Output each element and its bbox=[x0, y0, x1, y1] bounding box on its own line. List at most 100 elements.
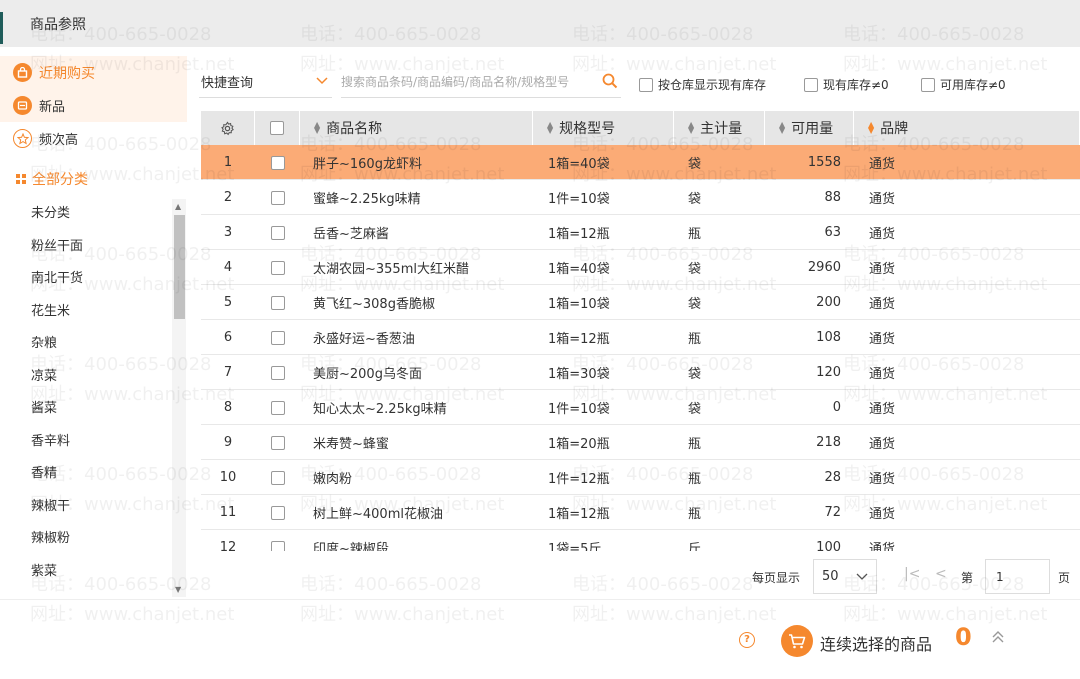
filter-stock-nonzero[interactable]: 现有库存≠0 bbox=[804, 76, 889, 93]
continuous-selection-label: 连续选择的商品 bbox=[820, 635, 933, 654]
filter-available-nonzero[interactable]: 可用库存≠0 bbox=[921, 76, 1006, 93]
search-box bbox=[341, 66, 621, 98]
sort-icon: ▲ ▼ bbox=[547, 120, 554, 135]
row-number: 1 bbox=[223, 155, 233, 170]
column-header-unit[interactable]: ▲ ▼ 主计量 bbox=[674, 111, 765, 145]
row-number: 3 bbox=[223, 225, 233, 240]
row-checkbox-cell bbox=[255, 285, 300, 320]
row-checkbox-cell bbox=[255, 390, 300, 425]
category-item[interactable]: 粉丝干面 bbox=[0, 231, 172, 264]
product-available-qty: 63 bbox=[824, 225, 841, 240]
cart-button[interactable] bbox=[781, 625, 813, 657]
table-row[interactable]: 3 岳香~芝麻酱 1箱=12瓶 瓶 63 通货 bbox=[201, 215, 1080, 250]
category-item[interactable]: 花生米 bbox=[0, 296, 172, 329]
category-item[interactable]: 酱菜 bbox=[0, 393, 172, 426]
column-settings-button[interactable] bbox=[201, 111, 255, 145]
table-row[interactable]: 11 树上鲜~400ml花椒油 1箱=12瓶 瓶 72 通货 bbox=[201, 495, 1080, 530]
product-available-qty: 120 bbox=[816, 365, 841, 380]
filter-checkbox[interactable] bbox=[921, 77, 935, 92]
product-unit: 袋 bbox=[688, 297, 702, 312]
category-item[interactable]: 未分类 bbox=[0, 198, 172, 231]
column-label: 规格型号 bbox=[559, 121, 616, 137]
product-unit: 袋 bbox=[688, 157, 702, 172]
filter-label: 按仓库显示现有库存 bbox=[658, 78, 767, 92]
filter-checkbox[interactable] bbox=[804, 77, 818, 92]
category-scrollbar-thumb[interactable] bbox=[174, 215, 185, 319]
filter-checkbox[interactable] bbox=[639, 77, 653, 92]
all-categories-header[interactable]: 全部分类 bbox=[16, 169, 88, 189]
category-item[interactable]: 辣椒干 bbox=[0, 491, 172, 524]
search-icon[interactable] bbox=[601, 72, 619, 90]
row-checkbox-cell bbox=[255, 495, 300, 530]
scroll-down-icon[interactable]: ▼ bbox=[175, 585, 181, 594]
product-name: 知心太太~2.25kg味精 bbox=[313, 402, 447, 417]
table-row[interactable]: 4 太湖农园~355ml大红米醋 1箱=40袋 袋 2960 通货 bbox=[201, 250, 1080, 285]
product-available-qty: 200 bbox=[816, 295, 841, 310]
table-row[interactable]: 12 印度~辣椒段 1袋=5斤 斤 100 通货 bbox=[201, 530, 1080, 551]
grid-icon bbox=[16, 174, 26, 184]
category-item[interactable]: 紫菜 bbox=[0, 556, 172, 589]
row-checkbox[interactable] bbox=[270, 155, 285, 170]
search-input[interactable] bbox=[341, 74, 596, 89]
quick-query-select[interactable]: 快捷查询 bbox=[199, 66, 332, 98]
row-number: 7 bbox=[223, 365, 233, 380]
category-item[interactable]: 辣椒粉 bbox=[0, 523, 172, 556]
column-header-qty[interactable]: ▲ ▼ 可用量 bbox=[765, 111, 854, 145]
column-header-brand[interactable]: ▲ ▼ 品牌 bbox=[854, 111, 1080, 145]
page-number-input[interactable]: 1 bbox=[985, 559, 1050, 594]
row-checkbox[interactable] bbox=[270, 365, 285, 380]
chevron-down-icon bbox=[856, 573, 868, 580]
row-number: 9 bbox=[223, 435, 233, 450]
filter-by-warehouse[interactable]: 按仓库显示现有库存 bbox=[639, 76, 766, 93]
table-row[interactable]: 9 米寿赞~蜂蜜 1箱=20瓶 瓶 218 通货 bbox=[201, 425, 1080, 460]
product-name: 嫩肉粉 bbox=[313, 472, 353, 487]
category-item[interactable]: 香精 bbox=[0, 458, 172, 491]
category-item[interactable]: 香辛料 bbox=[0, 426, 172, 459]
row-checkbox[interactable] bbox=[270, 400, 285, 415]
sidebar-item-recent[interactable]: 近期购买 bbox=[0, 56, 187, 89]
category-item[interactable]: 杂粮 bbox=[0, 328, 172, 361]
page-suffix: 页 bbox=[1058, 571, 1071, 585]
category-item[interactable]: 凉菜 bbox=[0, 361, 172, 394]
row-checkbox[interactable] bbox=[270, 435, 285, 450]
help-icon[interactable]: ? bbox=[739, 632, 755, 648]
row-checkbox[interactable] bbox=[270, 505, 285, 520]
prev-page-icon[interactable]: < bbox=[935, 566, 947, 582]
table-row[interactable]: 8 知心太太~2.25kg味精 1件=10袋 袋 0 通货 bbox=[201, 390, 1080, 425]
table-row[interactable]: 7 美厨~200g乌冬面 1箱=30袋 袋 120 通货 bbox=[201, 355, 1080, 390]
row-number: 4 bbox=[223, 260, 233, 275]
row-checkbox[interactable] bbox=[270, 295, 285, 310]
table-row[interactable]: 1 胖子~160g龙虾料 1箱=40袋 袋 1558 通货 bbox=[201, 145, 1080, 180]
table-row[interactable]: 5 黄飞红~308g香脆椒 1箱=10袋 袋 200 通货 bbox=[201, 285, 1080, 320]
table-row[interactable]: 10 嫩肉粉 1件=12瓶 瓶 28 通货 bbox=[201, 460, 1080, 495]
scroll-up-icon[interactable]: ▲ bbox=[175, 202, 181, 211]
first-page-icon[interactable]: |< bbox=[904, 566, 920, 582]
category-item[interactable]: 南北干货 bbox=[0, 263, 172, 296]
sidebar-item-new[interactable]: 新品 bbox=[0, 89, 187, 122]
row-checkbox[interactable] bbox=[270, 225, 285, 240]
product-brand: 通货 bbox=[869, 227, 896, 242]
row-checkbox[interactable] bbox=[270, 540, 285, 551]
sort-icon: ▲ ▼ bbox=[779, 120, 786, 135]
row-checkbox[interactable] bbox=[270, 190, 285, 205]
sidebar-item-label: 近期购买 bbox=[39, 65, 95, 82]
product-unit: 斤 bbox=[688, 542, 702, 551]
sidebar-item-frequent[interactable]: 频次高 bbox=[0, 122, 187, 155]
per-page-value: 50 bbox=[822, 569, 839, 584]
per-page-select[interactable]: 50 bbox=[813, 559, 877, 594]
select-all-checkbox[interactable] bbox=[270, 121, 284, 135]
column-header-spec[interactable]: ▲ ▼ 规格型号 bbox=[533, 111, 674, 145]
row-checkbox[interactable] bbox=[270, 470, 285, 485]
expand-up-icon[interactable] bbox=[991, 630, 1005, 648]
product-brand: 通货 bbox=[869, 437, 896, 452]
column-header-name[interactable]: ▲ ▼ 商品名称 bbox=[300, 111, 533, 145]
row-checkbox[interactable] bbox=[270, 330, 285, 345]
table-row[interactable]: 6 永盛好运~香葱油 1箱=12瓶 瓶 108 通货 bbox=[201, 320, 1080, 355]
table-row[interactable]: 2 蜜蜂~2.25kg味精 1件=10袋 袋 88 通货 bbox=[201, 180, 1080, 215]
product-available-qty: 2960 bbox=[807, 260, 841, 275]
row-checkbox-cell bbox=[255, 145, 300, 180]
new-icon bbox=[13, 96, 32, 115]
product-available-qty: 108 bbox=[816, 330, 841, 345]
product-brand: 通货 bbox=[869, 367, 896, 382]
row-checkbox[interactable] bbox=[270, 260, 285, 275]
